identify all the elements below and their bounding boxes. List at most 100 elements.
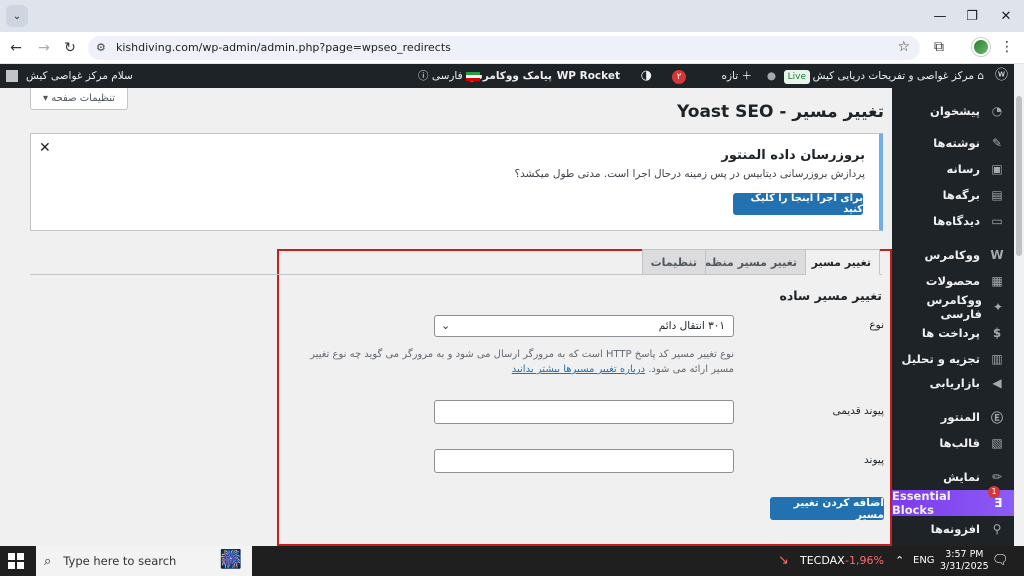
- sidebar-item-comments[interactable]: ▭ دیدگاه‌ها: [892, 208, 1014, 234]
- url-label: پیوند: [864, 454, 884, 466]
- run-update-button[interactable]: برای اجرا اینجا را کلیک کنید: [733, 193, 863, 215]
- screen-options-button[interactable]: تنظیمات صفحه ▾: [30, 88, 128, 110]
- redirect-type-help: نوع تغییر مسیر کد پاسخ HTTP است که به مر…: [294, 347, 734, 377]
- tab-search-chevron-icon[interactable]: ⌄: [6, 5, 28, 27]
- taskbar-search[interactable]: ⌕ Type here to search 🎆: [36, 546, 252, 576]
- wordpress-logo-icon[interactable]: ⓦ: [995, 64, 1008, 88]
- forward-arrow-icon[interactable]: →: [34, 38, 54, 58]
- plugins-icon: ⚲: [992, 522, 1002, 536]
- site-info-icon[interactable]: ⚙: [96, 41, 106, 54]
- notifications-icon[interactable]: 🗨: [992, 546, 1009, 576]
- new-content-link[interactable]: ＋ تازه: [721, 64, 752, 88]
- windows-start-icon[interactable]: [8, 553, 24, 569]
- wp-admin-bar: ⓦ ⌂ مرکز غواصی و تفریحات دریایی کیش Live…: [0, 64, 1024, 88]
- yoast-count-badge: ۲: [672, 70, 686, 84]
- sidebar-item-products[interactable]: ▦ محصولات: [892, 268, 1014, 294]
- chevron-down-icon: ⌄: [441, 319, 451, 332]
- sidebar-item-woo-persian[interactable]: ✦ ووکامرس فارسی: [892, 293, 1014, 321]
- sidebar-item-media[interactable]: ▣ رسانه: [892, 156, 1014, 182]
- profile-avatar[interactable]: [972, 38, 990, 56]
- browser-toolbar: ← → ↻ ⚙ kishdiving.com/wp-admin/admin.ph…: [0, 32, 1024, 64]
- input-language[interactable]: ENG: [913, 546, 935, 576]
- clock-date: 3/31/2025: [940, 561, 989, 572]
- user-avatar-icon[interactable]: [6, 64, 18, 88]
- sidebar-item-dashboard[interactable]: ◔ پیشخوان: [892, 98, 1014, 124]
- elementor-icon: Ⓔ: [990, 410, 1003, 425]
- windows-taskbar: ⌕ Type here to search 🎆 ↘ TECDAX -1,96% …: [0, 546, 1024, 576]
- media-icon: ▣: [991, 162, 1003, 176]
- language-switcher[interactable]: فارسی ⓘ: [418, 64, 480, 88]
- sms-woocommerce-link[interactable]: پیامک ووکامرس: [468, 64, 552, 88]
- tab-redirects[interactable]: تغییر مسیر: [802, 249, 880, 275]
- tab-regex-redirects[interactable]: تغییر مسیر منظم: [694, 249, 806, 275]
- elementor-update-notice: بروزرسان داده المنتور پردازش بروزرسانی د…: [30, 133, 883, 231]
- live-badge: Live: [783, 64, 810, 88]
- reload-icon[interactable]: ↻: [60, 38, 80, 58]
- sidebar-item-elementor[interactable]: Ⓔ المنتور: [892, 404, 1014, 430]
- old-url-input[interactable]: [434, 400, 734, 424]
- sidebar-item-essential-blocks[interactable]: Ǝ Essential Blocks 1: [892, 486, 1014, 517]
- clock-time: 3:57 PM: [945, 549, 984, 560]
- wp-rocket-link[interactable]: WP Rocket: [557, 64, 620, 88]
- site-name-label: مرکز غواصی و تفریحات دریایی کیش: [812, 70, 974, 82]
- address-bar[interactable]: ⚙ kishdiving.com/wp-admin/admin.php?page…: [88, 36, 920, 60]
- pages-icon: ▤: [991, 188, 1003, 202]
- comments-icon: ▭: [991, 214, 1003, 228]
- stock-down-icon: ↘: [778, 553, 789, 568]
- sidebar-item-marketing[interactable]: ◀ بازاریابی: [892, 370, 1014, 396]
- tab-settings[interactable]: تنظیمات: [641, 249, 706, 275]
- woo-persian-icon: ✦: [992, 300, 1003, 314]
- yoast-menu[interactable]: ۲: [672, 64, 686, 88]
- close-icon[interactable]: ✕: [39, 140, 51, 156]
- user-greeting[interactable]: سلام مرکز غواصی کیش: [26, 64, 133, 88]
- plus-icon: ＋: [738, 70, 752, 82]
- url-text[interactable]: kishdiving.com/wp-admin/admin.php?page=w…: [116, 41, 451, 54]
- analytics-icon: ▥: [991, 352, 1003, 366]
- redirect-type-select[interactable]: ۳۰۱ انتقال دائم ⌄: [434, 315, 734, 337]
- minimize-icon[interactable]: —: [930, 6, 950, 26]
- products-icon: ▦: [991, 274, 1003, 288]
- extensions-icon[interactable]: ⧉: [934, 39, 944, 55]
- browser-tabstrip: ⌄ — ❐ ✕: [0, 0, 1024, 32]
- page-scrollbar[interactable]: [1014, 64, 1024, 546]
- sidebar-item-analytics[interactable]: ▥ تجزیه و تحلیل: [892, 346, 1014, 372]
- learn-more-link[interactable]: درباره تغییر مسیرها بیشتر بدانید: [512, 364, 645, 375]
- home-icon: ⌂: [973, 70, 984, 82]
- sidebar-item-woocommerce[interactable]: W ووکامرس: [892, 242, 1014, 268]
- pin-icon: ✎: [991, 136, 1003, 150]
- sidebar-item-pages[interactable]: ▤ برگه‌ها: [892, 182, 1014, 208]
- language-label: فارسی: [431, 70, 463, 82]
- search-icon: ⌕: [44, 553, 52, 569]
- search-placeholder: Type here to search: [63, 554, 177, 568]
- section-title: تغییر مسیر ساده: [779, 288, 882, 303]
- help-icon: ⓘ: [417, 70, 429, 82]
- comments-bubble-icon[interactable]: ●: [767, 64, 776, 88]
- sidebar-item-plugins[interactable]: ⚲ افزونه‌ها: [892, 516, 1014, 542]
- notice-title: بروزرسان داده المنتور: [721, 148, 865, 163]
- iran-flag-icon: [466, 71, 480, 81]
- scrollbar-thumb[interactable]: [1016, 96, 1022, 256]
- sidebar-item-templates[interactable]: ▧ قالب‌ها: [892, 430, 1014, 456]
- back-arrow-icon[interactable]: ←: [6, 38, 26, 58]
- system-clock[interactable]: 3:57 PM 3/31/2025: [940, 549, 989, 573]
- restore-icon[interactable]: ❐: [962, 6, 982, 26]
- sidebar-item-posts[interactable]: ✎ نوشته‌ها: [892, 130, 1014, 156]
- search-highlight-icon: 🎆: [219, 549, 242, 570]
- new-label: تازه: [721, 70, 739, 82]
- main-content: تنظیمات صفحه ▾ تغییر مسیر - Yoast SEO بر…: [0, 88, 892, 546]
- notice-description: پردازش بروزرسانی دیتابیس در پس زمینه درح…: [514, 168, 865, 180]
- tray-chevron-icon[interactable]: ⌃: [895, 546, 904, 576]
- page-title: تغییر مسیر - Yoast SEO: [677, 102, 884, 122]
- close-window-icon[interactable]: ✕: [996, 6, 1016, 26]
- wp-admin-sidebar: ◔ پیشخوان ✎ نوشته‌ها ▣ رسانه ▤ برگه‌ها ▭ دیدگ…: [892, 88, 1014, 546]
- marketing-icon: ◀: [992, 376, 1002, 390]
- bookmark-star-icon[interactable]: ☆: [897, 39, 910, 55]
- url-input[interactable]: [434, 449, 734, 473]
- query-monitor-icon[interactable]: ◑: [641, 64, 652, 88]
- add-redirect-button[interactable]: اضافه کردن تغییر مسیر: [770, 497, 884, 521]
- site-name-link[interactable]: ⌂ مرکز غواصی و تفریحات دریایی کیش: [813, 64, 984, 88]
- sidebar-item-payments[interactable]: $ پرداخت ها: [892, 320, 1014, 346]
- essential-blocks-badge: 1: [988, 486, 1000, 498]
- stock-ticker[interactable]: TECDAX: [800, 546, 845, 576]
- browser-menu-icon[interactable]: ⋮: [1000, 39, 1014, 55]
